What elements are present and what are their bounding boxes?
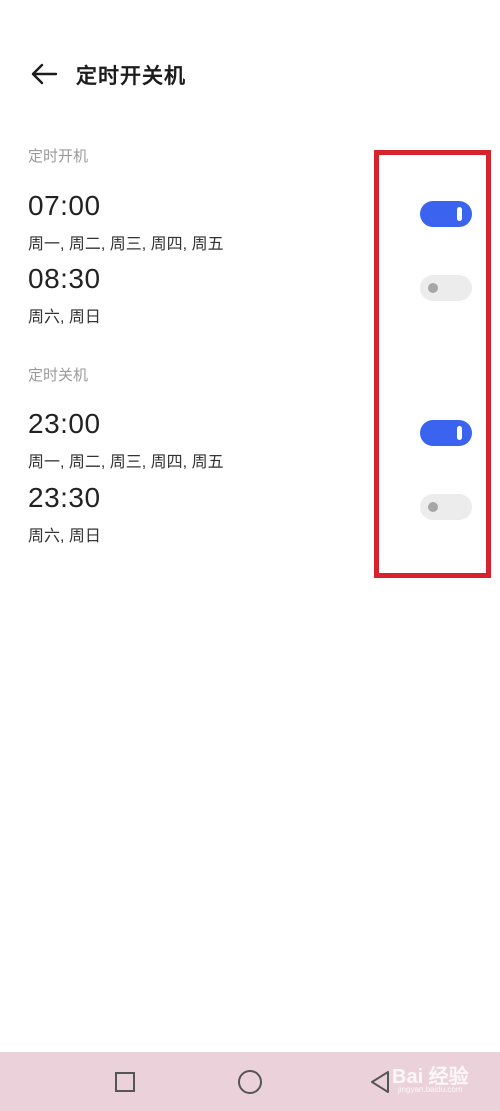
toggle-power-on-1[interactable]: [420, 201, 472, 227]
back-button[interactable]: [26, 58, 62, 90]
circle-icon: [238, 1070, 262, 1094]
schedule-time: 23:00: [28, 408, 101, 439]
system-nav-bar: [0, 1052, 500, 1111]
page-title: 定时开关机: [76, 65, 186, 88]
toggle-power-on-2[interactable]: [420, 275, 472, 301]
schedule-days: 周六, 周日: [28, 528, 101, 545]
toggle-knob: [428, 502, 438, 512]
toggle-knob: [428, 283, 438, 293]
schedule-time: 08:30: [28, 263, 101, 294]
toggle-knob: [457, 207, 462, 221]
schedule-days: 周一, 周二, 周三, 周四, 周五: [28, 454, 224, 471]
toggle-knob: [457, 426, 462, 440]
home-button[interactable]: [236, 1068, 264, 1096]
schedule-time: 07:00: [28, 190, 101, 221]
section-label-power-off: 定时关机: [28, 367, 89, 384]
toggle-power-off-1[interactable]: [420, 420, 472, 446]
schedule-days: 周六, 周日: [28, 309, 101, 326]
schedule-days: 周一, 周二, 周三, 周四, 周五: [28, 236, 224, 253]
nav-back-button[interactable]: [366, 1068, 394, 1096]
app-header: 定时开关机: [0, 44, 500, 104]
toggle-power-off-2[interactable]: [420, 494, 472, 520]
square-icon: [115, 1072, 135, 1092]
arrow-left-icon: [31, 63, 58, 85]
section-label-power-on: 定时开机: [28, 148, 89, 165]
triangle-back-icon: [371, 1071, 389, 1093]
recent-apps-button[interactable]: [111, 1068, 139, 1096]
schedule-time: 23:30: [28, 482, 101, 513]
